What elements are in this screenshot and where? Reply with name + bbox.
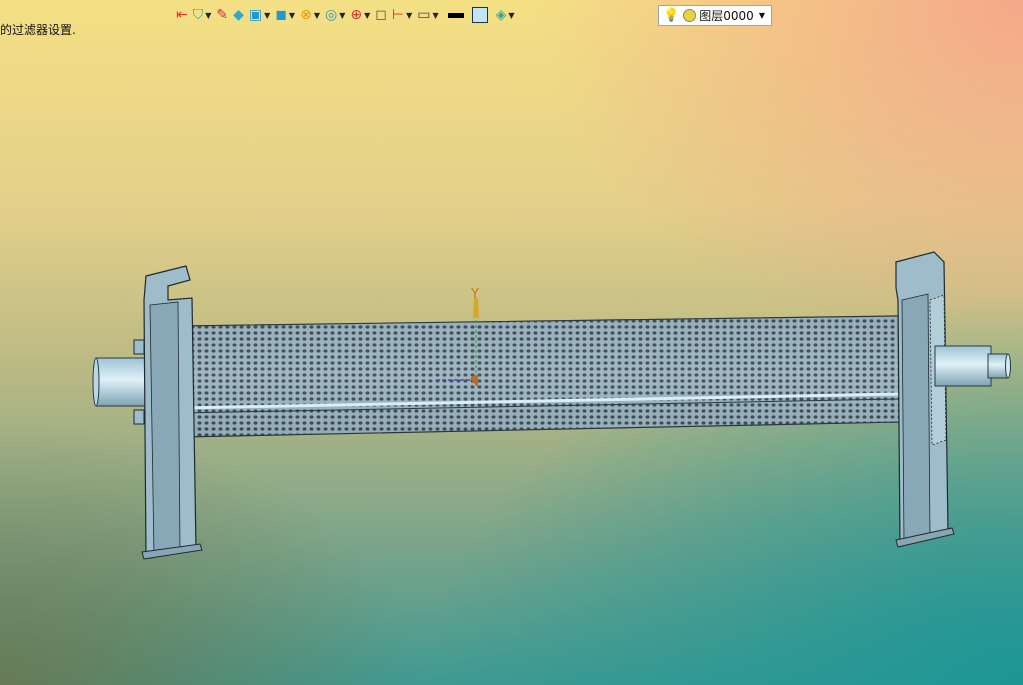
left-bracket	[133, 265, 203, 560]
perforated-drum	[175, 315, 901, 438]
right-bracket	[895, 251, 955, 548]
right-shaft	[934, 345, 1011, 387]
3d-viewport[interactable]: Y	[0, 0, 1023, 685]
y-axis-label: Y	[470, 287, 479, 302]
left-shaft	[92, 357, 149, 407]
